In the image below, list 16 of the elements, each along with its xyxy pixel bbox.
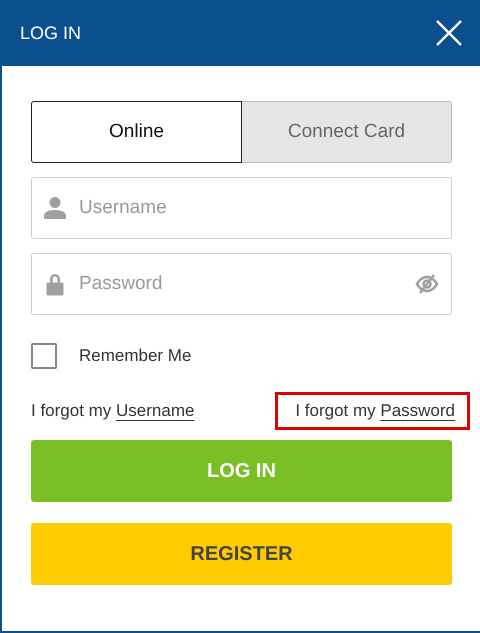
link[interactable]: Username bbox=[116, 401, 194, 420]
input-field[interactable]: Password bbox=[31, 253, 452, 315]
close-button[interactable] bbox=[436, 20, 462, 46]
register-button[interactable]: REGISTER bbox=[31, 523, 452, 585]
checkbox[interactable] bbox=[31, 343, 57, 369]
close-icon bbox=[436, 20, 462, 46]
forgot-text: I forgot my Password bbox=[278, 395, 467, 427]
eye-slash-icon[interactable] bbox=[415, 274, 439, 294]
tab[interactable]: Connect Card bbox=[242, 101, 452, 163]
link[interactable]: Password bbox=[380, 401, 455, 420]
input-field[interactable]: Username bbox=[31, 177, 452, 239]
tab[interactable]: Online bbox=[31, 101, 242, 163]
dialog-title: LOG IN bbox=[20, 22, 82, 44]
forgot-text: I forgot my Username bbox=[31, 400, 194, 422]
person-icon bbox=[43, 196, 67, 220]
checkbox-label: Remember Me bbox=[79, 346, 192, 366]
